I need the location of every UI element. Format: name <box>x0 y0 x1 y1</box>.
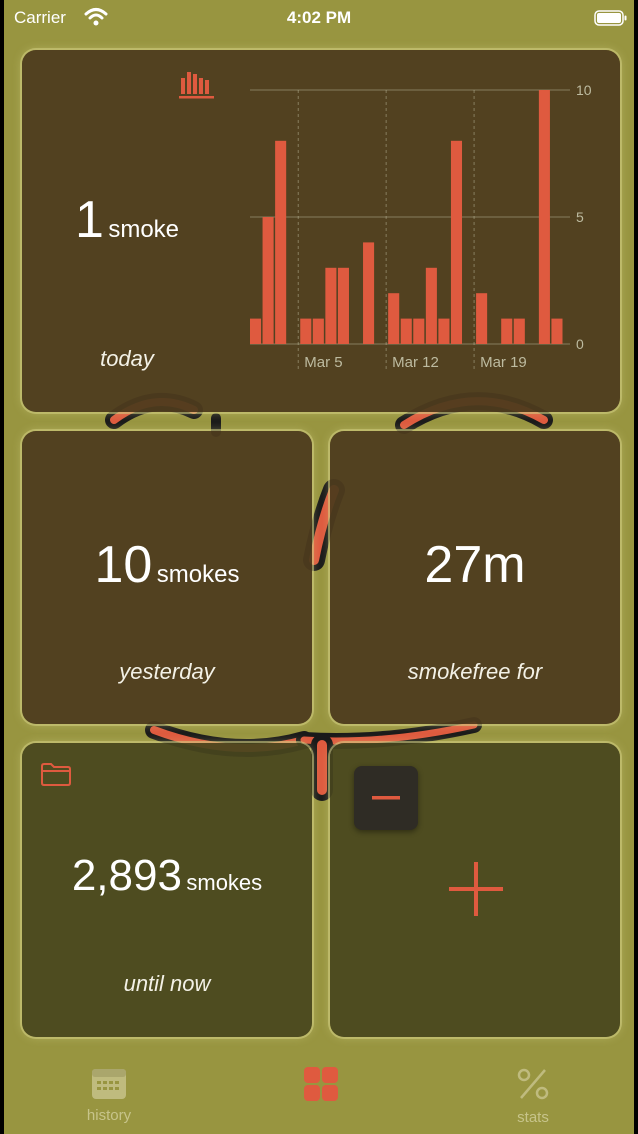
smokefree-count: 27m <box>330 535 620 595</box>
tab-dashboard[interactable] <box>261 1066 381 1107</box>
chart-bar <box>538 90 550 344</box>
tab-stats[interactable]: stats <box>473 1066 593 1126</box>
chart-bar <box>388 293 400 344</box>
yesterday-value: 10 <box>94 536 153 594</box>
calendar-icon <box>92 1069 126 1099</box>
tab-history[interactable]: history <box>49 1066 169 1124</box>
chart-bar <box>450 140 463 344</box>
today-card[interactable]: 1 smoke today 0 5 10 Mar 5 Mar 12 Mar 19 <box>22 50 620 412</box>
chart-bar <box>551 318 563 344</box>
grid-icon <box>304 1067 338 1101</box>
chart-bar <box>501 318 513 344</box>
total-value: 2,893 <box>71 851 182 900</box>
chart-bar <box>438 318 450 344</box>
chart-bar <box>413 318 425 344</box>
minus-icon <box>372 796 400 800</box>
app-screen: Carrier 4:02 PM 1 smoke today 0 5 10 Mar 5M… <box>4 0 634 1134</box>
smokefree-card: 27m smokefree for <box>330 431 620 724</box>
percent-icon <box>517 1068 549 1100</box>
tab-stats-label: stats <box>517 1109 549 1126</box>
status-bar: Carrier 4:02 PM <box>4 0 634 36</box>
chart-x-tick-label: Mar 12 <box>392 354 439 371</box>
folder-icon <box>41 763 71 786</box>
chart-bar <box>363 242 375 344</box>
daily-smokes-chart: 0 5 10 Mar 5 Mar 12 Mar 19 <box>250 82 592 372</box>
smokefree-value: 27m <box>424 536 526 594</box>
yesterday-count: 10 smokes <box>22 535 312 595</box>
remove-smoke-button[interactable] <box>354 766 418 830</box>
chart-bar <box>275 140 287 344</box>
total-card[interactable]: 2,893 smokes until now <box>22 743 312 1037</box>
yesterday-card: 10 smokes yesterday <box>22 431 312 724</box>
chart-y-tick-label: 10 <box>576 82 592 98</box>
chart-x-tick-label: Mar 5 <box>304 354 342 371</box>
clock: 4:02 PM <box>286 8 352 27</box>
chart-bar <box>325 267 337 344</box>
chart-bar <box>400 318 412 344</box>
chart-y-tick-label: 5 <box>576 209 584 225</box>
chart-bar <box>425 267 437 344</box>
chart-bar <box>476 293 488 344</box>
chart-x-tick-label: Mar 19 <box>480 354 527 371</box>
chart-bar <box>337 267 349 344</box>
chart-y-tick-label: 0 <box>576 336 584 352</box>
chart-bar <box>312 318 324 344</box>
yesterday-unit: smokes <box>156 561 240 588</box>
tab-history-label: history <box>86 1107 132 1124</box>
plus-icon <box>449 862 503 916</box>
total-count: 2,893 smokes <box>22 851 312 901</box>
total-caption: until now <box>123 971 211 996</box>
yesterday-caption: yesterday <box>119 659 215 684</box>
tab-bar: history stats <box>4 1058 634 1134</box>
chart-bar <box>250 318 262 344</box>
smokefree-caption: smokefree for <box>407 659 543 684</box>
total-unit: smokes <box>186 870 263 895</box>
battery-icon <box>594 10 627 26</box>
chart-bar <box>513 318 525 344</box>
chart-bar <box>300 318 312 344</box>
chart-bar <box>262 217 274 344</box>
